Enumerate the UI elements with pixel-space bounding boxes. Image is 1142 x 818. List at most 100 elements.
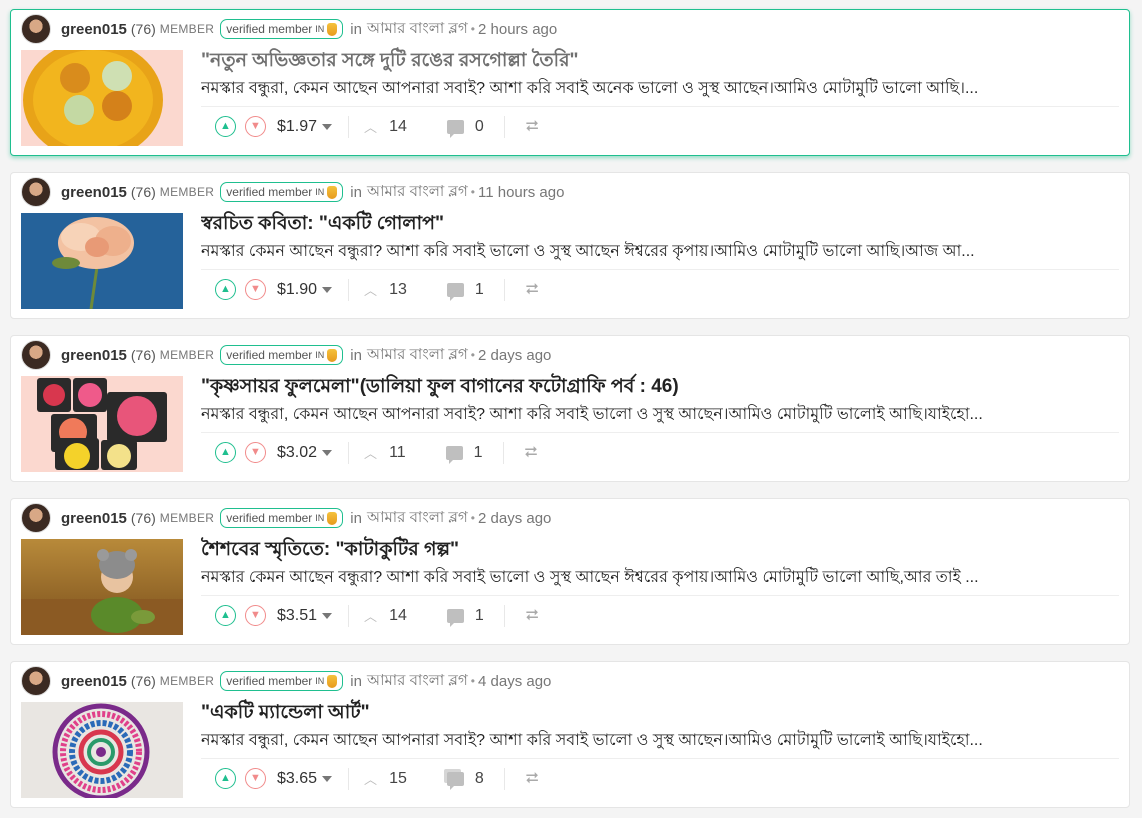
- vote-count[interactable]: ︿ 14: [364, 117, 407, 136]
- upvote-icon[interactable]: ▲: [215, 116, 236, 137]
- community-link[interactable]: আমার বাংলা ব্লগ: [367, 669, 468, 694]
- vote-count[interactable]: ︿ 14: [364, 606, 407, 625]
- post-time[interactable]: 2 days ago: [478, 347, 551, 364]
- post-excerpt[interactable]: নমস্কার বন্ধুরা, কেমন আছেন আপনারা সবাই? …: [201, 727, 1119, 754]
- post-card[interactable]: green015 (76) MEMBER verified member IN …: [10, 172, 1130, 319]
- post-thumbnail[interactable]: [21, 702, 183, 798]
- avatar[interactable]: [21, 503, 51, 533]
- chevron-down-icon: [322, 286, 333, 293]
- verified-icon: [327, 22, 338, 36]
- downvote-icon[interactable]: ▼: [245, 768, 266, 789]
- author-link[interactable]: green015: [61, 347, 127, 364]
- reputation: (76): [130, 21, 156, 37]
- vote-count[interactable]: ︿ 13: [364, 280, 407, 299]
- community-link[interactable]: আমার বাংলা ব্লগ: [367, 17, 468, 42]
- post-title[interactable]: "কৃষ্ণসায়র ফুলমেলা"(ডালিয়া ফুল বাগানের…: [201, 372, 1111, 404]
- upvote-icon[interactable]: ▲: [215, 605, 236, 626]
- comment-count[interactable]: 1: [445, 444, 483, 464]
- post-title[interactable]: শৈশবের স্মৃতিতে: "কাটাকুটির গল্প": [201, 535, 1111, 567]
- comment-count[interactable]: 1: [446, 607, 484, 627]
- comment-count[interactable]: 8: [446, 770, 484, 790]
- post-card[interactable]: green015 (76) MEMBER verified member IN …: [10, 498, 1130, 645]
- separator-dot: •: [470, 348, 475, 362]
- avatar[interactable]: [21, 666, 51, 696]
- post-title[interactable]: "নতুন অভিজ্ঞতার সঙ্গে দুটি রঙের রসগোল্লা…: [201, 46, 1111, 78]
- comment-count[interactable]: 0: [446, 117, 484, 138]
- reputation: (76): [130, 347, 156, 363]
- payout[interactable]: $1.90: [277, 280, 333, 299]
- post-header: green015 (76) MEMBER verified member IN …: [21, 340, 551, 370]
- post-footer: ▲ ▼ $3.02 ︿ 11 1 ⮂: [201, 432, 1119, 472]
- post-card[interactable]: green015 (76) MEMBER verified member IN …: [10, 9, 1130, 156]
- vote-count[interactable]: ︿ 11: [364, 443, 406, 462]
- community-link[interactable]: আমার বাংলা ব্লগ: [367, 506, 468, 531]
- verified-icon: [327, 185, 338, 199]
- payout[interactable]: $3.02: [277, 444, 333, 462]
- post-time[interactable]: 2 days ago: [478, 510, 551, 527]
- post-header: green015 (76) MEMBER verified member IN …: [21, 14, 557, 44]
- verified-icon: [327, 511, 338, 525]
- badge-flag: IN: [315, 350, 325, 360]
- reblog-icon[interactable]: ⮂: [526, 770, 539, 788]
- badge-text: verified member: [226, 674, 313, 688]
- comment-count-value: 0: [474, 117, 484, 135]
- downvote-icon[interactable]: ▼: [245, 442, 266, 463]
- avatar[interactable]: [21, 177, 51, 207]
- community-link[interactable]: আমার বাংলা ব্লগ: [367, 180, 468, 205]
- reblog-icon[interactable]: ⮂: [525, 444, 538, 462]
- post-excerpt[interactable]: নমস্কার কেমন আছেন বন্ধুরা? আশা করি সবাই …: [201, 238, 1119, 265]
- badge-flag: IN: [315, 676, 325, 686]
- post-feed: green015 (76) MEMBER verified member IN …: [0, 0, 1142, 818]
- author-link[interactable]: green015: [61, 184, 127, 201]
- payout[interactable]: $1.97: [277, 118, 333, 136]
- post-title[interactable]: স্বরচিত কবিতা: "একটি গোলাপ": [201, 209, 1111, 241]
- post-footer: ▲ ▼ $1.97 ︿ 14 0 ⮂: [201, 106, 1119, 146]
- reblog-icon[interactable]: ⮂: [526, 281, 539, 299]
- verified-member-badge: verified member IN: [220, 19, 344, 39]
- badge-text: verified member: [226, 348, 313, 362]
- divider: [348, 115, 350, 138]
- role-label: MEMBER: [159, 674, 215, 688]
- post-time[interactable]: 11 hours ago: [478, 184, 564, 201]
- post-title[interactable]: "একটি ম্যান্ডেলা আর্ট": [201, 698, 1111, 730]
- vote-count[interactable]: ︿ 15: [364, 769, 407, 788]
- role-label: MEMBER: [159, 22, 215, 36]
- author-link[interactable]: green015: [61, 510, 127, 527]
- in-label: in: [350, 183, 362, 201]
- payout[interactable]: $3.51: [277, 607, 333, 625]
- post-card[interactable]: green015 (76) MEMBER verified member IN …: [10, 661, 1130, 808]
- vote-count-value: 14: [389, 117, 407, 135]
- upvote-icon[interactable]: ▲: [215, 768, 236, 789]
- community-link[interactable]: আমার বাংলা ব্লগ: [367, 343, 468, 368]
- reblog-icon[interactable]: ⮂: [526, 607, 539, 625]
- post-thumbnail[interactable]: [21, 213, 183, 309]
- post-excerpt[interactable]: নমস্কার বন্ধুরা, কেমন আছেন আপনারা সবাই? …: [201, 75, 1119, 102]
- post-time[interactable]: 4 days ago: [478, 673, 551, 690]
- upvote-icon[interactable]: ▲: [215, 279, 236, 300]
- author-link[interactable]: green015: [61, 21, 127, 38]
- post-thumbnail[interactable]: [21, 50, 183, 146]
- avatar[interactable]: [21, 14, 51, 44]
- post-time[interactable]: 2 hours ago: [478, 21, 557, 38]
- downvote-icon[interactable]: ▼: [245, 279, 266, 300]
- post-thumbnail[interactable]: [21, 376, 183, 472]
- verified-icon: [327, 674, 338, 688]
- post-thumbnail[interactable]: [21, 539, 183, 635]
- in-label: in: [350, 20, 362, 38]
- post-excerpt[interactable]: নমস্কার কেমন আছেন বন্ধুরা? আশা করি সবাই …: [201, 564, 1119, 591]
- author-link[interactable]: green015: [61, 673, 127, 690]
- payout-value: $1.90: [277, 280, 318, 298]
- post-excerpt[interactable]: নমস্কার বন্ধুরা, কেমন আছেন আপনারা সবাই? …: [201, 401, 1119, 428]
- badge-flag: IN: [315, 187, 325, 197]
- comment-icon: [445, 445, 463, 464]
- downvote-icon[interactable]: ▼: [245, 116, 266, 137]
- reblog-icon[interactable]: ⮂: [526, 118, 539, 136]
- upvote-icon[interactable]: ▲: [215, 442, 236, 463]
- payout[interactable]: $3.65: [277, 770, 333, 788]
- vote-count-value: 14: [389, 606, 407, 624]
- comment-count[interactable]: 1: [446, 281, 484, 301]
- in-label: in: [350, 672, 362, 690]
- downvote-icon[interactable]: ▼: [245, 605, 266, 626]
- avatar[interactable]: [21, 340, 51, 370]
- post-card[interactable]: green015 (76) MEMBER verified member IN …: [10, 335, 1130, 482]
